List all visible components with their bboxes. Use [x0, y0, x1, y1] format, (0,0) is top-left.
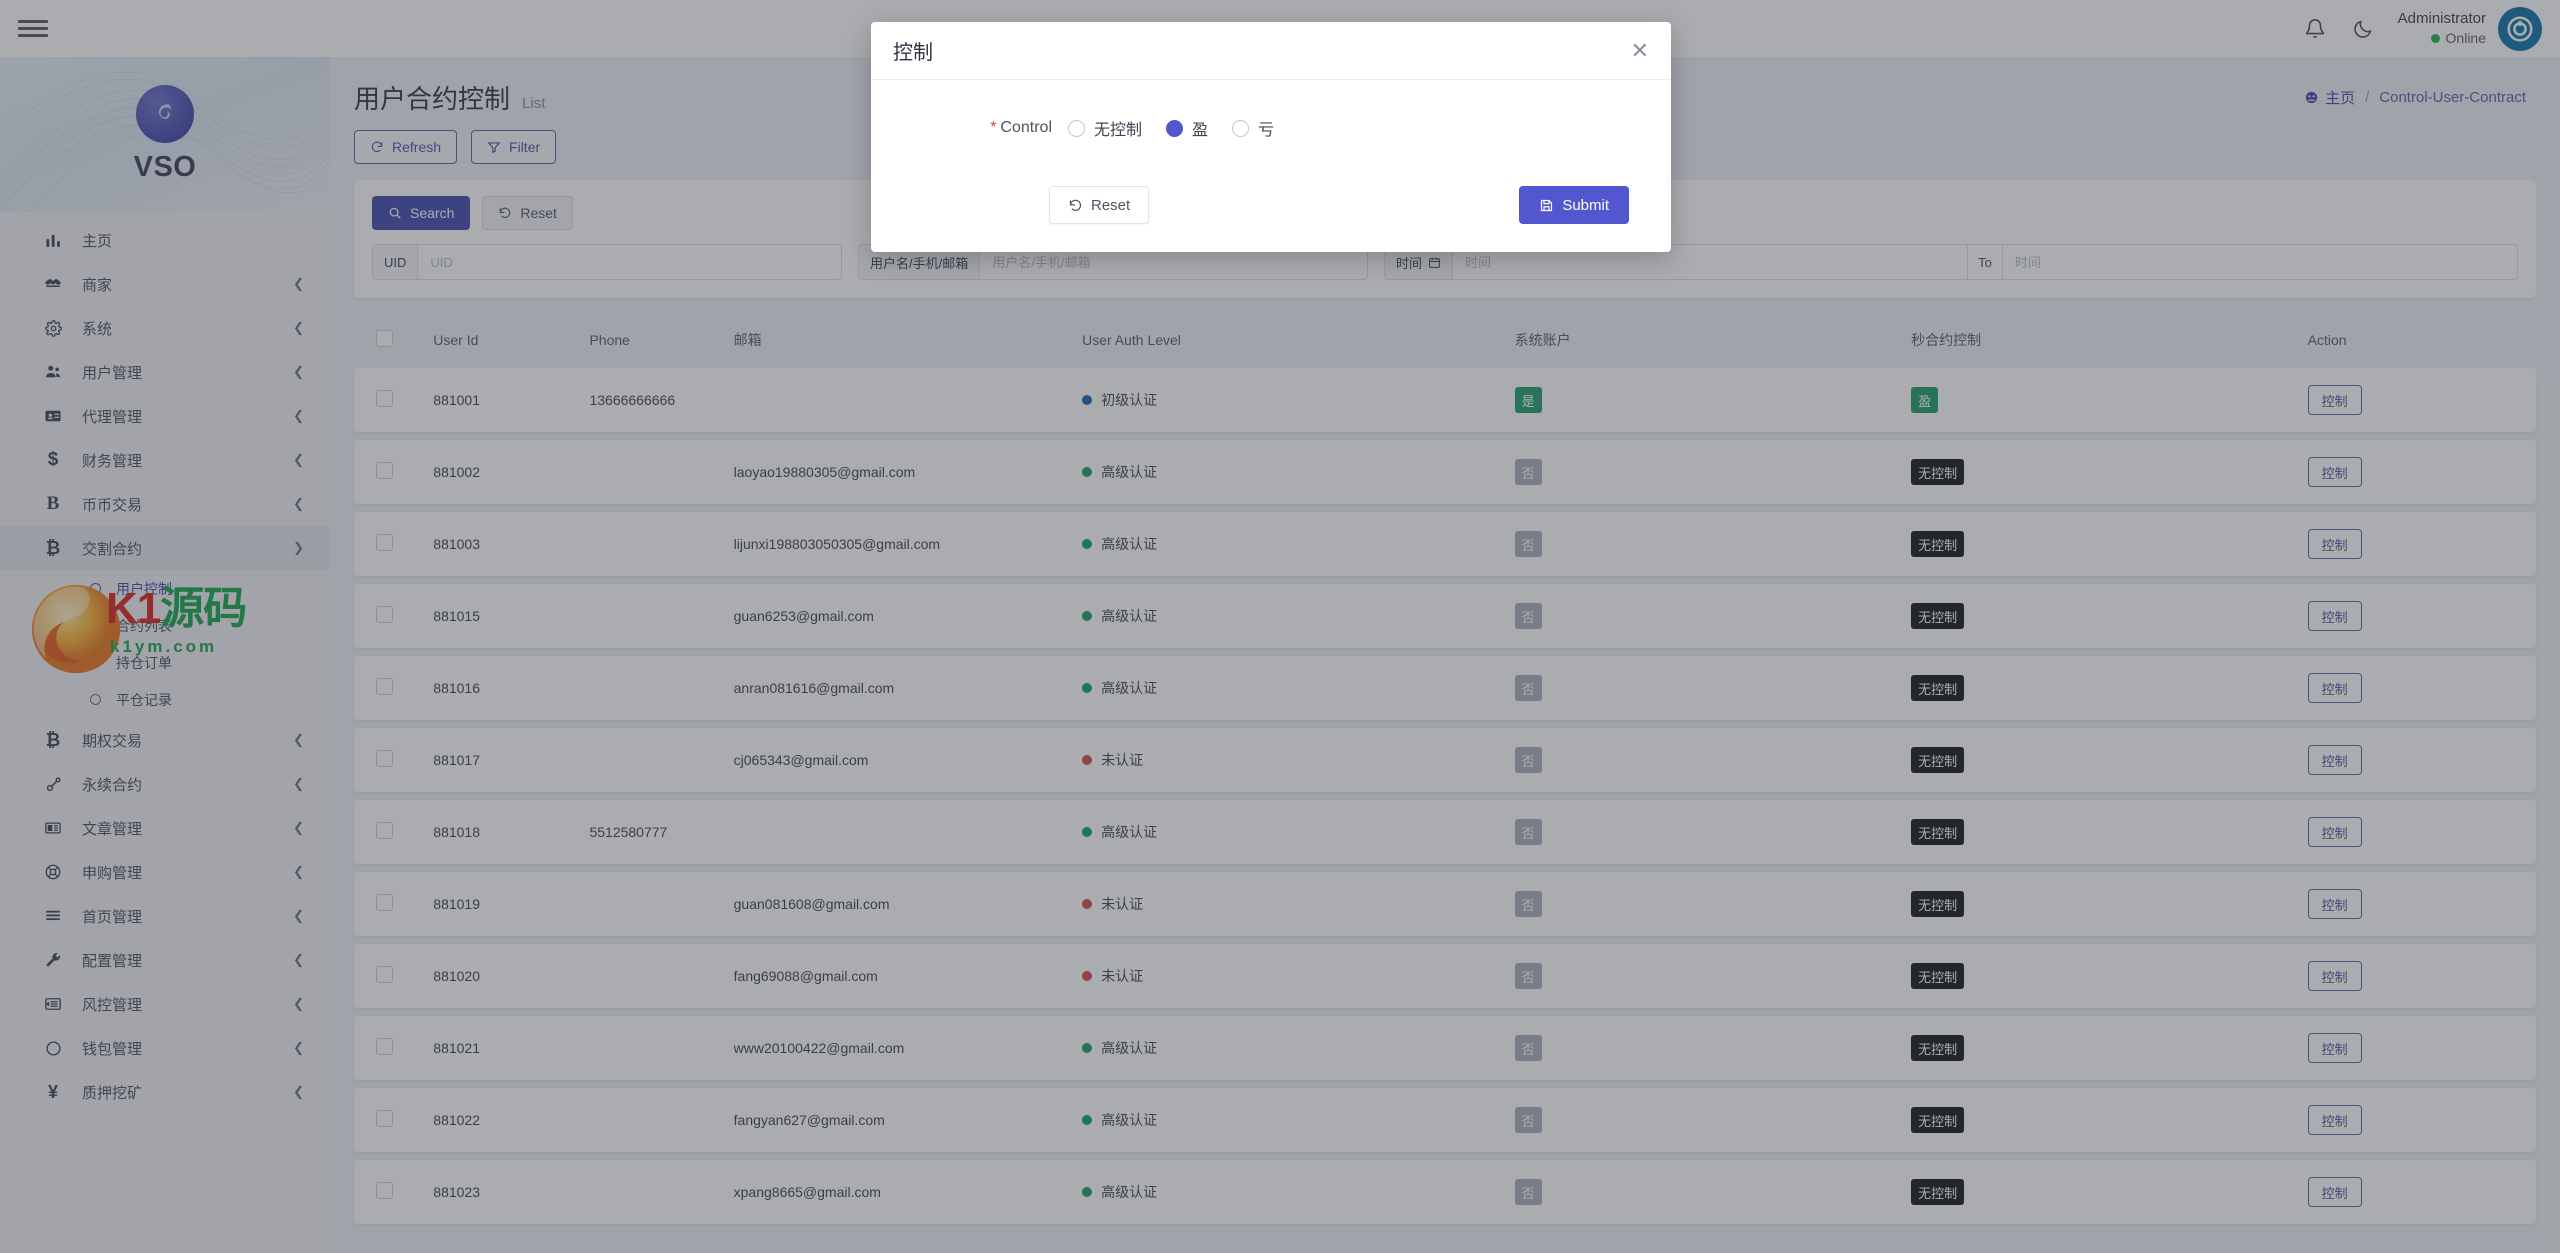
control-field-label: *Control: [893, 119, 1068, 137]
required-mark: *: [990, 119, 996, 136]
radio-label: 亏: [1258, 116, 1274, 140]
modal-title: 控制: [893, 36, 933, 65]
app-root: Administrator Online: [0, 0, 2560, 1253]
radio-icon[interactable]: [1232, 120, 1249, 137]
radio-option-profit[interactable]: 盈: [1166, 116, 1208, 140]
control-modal: 控制 ✕ *Control 无控制 盈: [871, 22, 1671, 252]
control-label-text: Control: [1000, 119, 1052, 136]
radio-label: 无控制: [1094, 116, 1142, 140]
radio-icon-selected[interactable]: [1166, 120, 1183, 137]
reset-icon: [1068, 198, 1083, 213]
save-icon: [1539, 198, 1554, 213]
radio-option-loss[interactable]: 亏: [1232, 116, 1274, 140]
modal-submit-label: Submit: [1562, 197, 1609, 214]
modal-body: *Control 无控制 盈 亏: [871, 80, 1671, 252]
radio-option-no-control[interactable]: 无控制: [1068, 116, 1142, 140]
control-radio-group: 无控制 盈 亏: [1068, 116, 1288, 140]
modal-reset-label: Reset: [1091, 197, 1130, 214]
modal-submit-button[interactable]: Submit: [1519, 186, 1629, 224]
radio-label: 盈: [1192, 116, 1208, 140]
control-form-row: *Control 无控制 盈 亏: [893, 116, 1649, 140]
close-icon[interactable]: ✕: [1631, 40, 1649, 62]
modal-reset-button[interactable]: Reset: [1049, 186, 1149, 224]
radio-icon[interactable]: [1068, 120, 1085, 137]
modal-header: 控制 ✕: [871, 22, 1671, 80]
modal-actions: Reset Submit: [893, 186, 1649, 224]
